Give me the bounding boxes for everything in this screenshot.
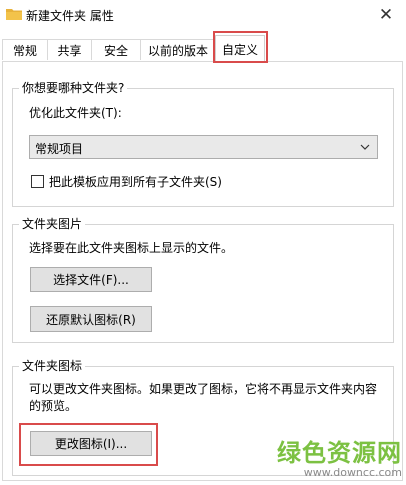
watermark-brand: 绿色资源网 (277, 439, 402, 467)
tab-label: 安全 (103, 43, 128, 58)
tab-label: 自定义 (221, 42, 258, 57)
chevron-down-icon (360, 144, 370, 150)
watermark: 绿色资源网 www.downcc.com (277, 433, 402, 479)
close-icon: ✕ (378, 5, 394, 25)
tab-strip: 常规 共享 安全 以前的版本 自定义 (0, 35, 406, 62)
folder-type-group: 你想要哪种文件夹? 优化此文件夹(T): 常规项目 把此模板应用到所有子文件夹(… (12, 80, 394, 207)
group-title: 文件夹图片 (19, 216, 86, 232)
optimize-select[interactable]: 常规项目 (29, 135, 378, 159)
tab-label: 以前的版本 (147, 43, 208, 58)
tab-general[interactable]: 常规 (2, 39, 48, 60)
button-label: 更改图标(I)... (54, 437, 128, 451)
apply-template-label: 把此模板应用到所有子文件夹(S) (49, 175, 222, 189)
group-title: 文件夹图标 (19, 358, 86, 374)
optimize-label: 优化此文件夹(T): (29, 106, 122, 120)
tab-label: 共享 (57, 43, 82, 58)
window-title: 新建文件夹 属性 (26, 9, 114, 23)
change-icon-button[interactable]: 更改图标(I)... (30, 431, 152, 456)
tab-sharing[interactable]: 共享 (47, 39, 92, 60)
close-button[interactable]: ✕ (366, 0, 406, 30)
picture-description: 选择要在此文件夹图标上显示的文件。 (29, 241, 234, 255)
group-title: 你想要哪种文件夹? (19, 80, 128, 96)
folder-icon (6, 9, 22, 20)
button-label: 还原默认图标(R) (46, 312, 136, 327)
folder-picture-group: 文件夹图片 选择要在此文件夹图标上显示的文件。 选择文件(F)... 还原默认图… (12, 216, 394, 343)
tab-customize[interactable]: 自定义 (215, 35, 265, 62)
choose-file-button[interactable]: 选择文件(F)... (30, 267, 152, 292)
icon-description-line1: 可以更改文件夹图标。如果更改了图标，它将不再显示文件夹内容 (29, 382, 378, 396)
tab-previous-versions[interactable]: 以前的版本 (140, 39, 216, 60)
restore-default-button[interactable]: 还原默认图标(R) (30, 306, 152, 332)
tab-label: 常规 (12, 43, 37, 58)
optimize-selected-value: 常规项目 (35, 142, 84, 156)
title-bar: 新建文件夹 属性 ✕ (0, 0, 406, 30)
tab-security[interactable]: 安全 (91, 39, 141, 60)
button-label: 选择文件(F)... (53, 273, 129, 287)
apply-template-checkbox[interactable] (31, 175, 44, 188)
customize-pane: 你想要哪种文件夹? 优化此文件夹(T): 常规项目 把此模板应用到所有子文件夹(… (2, 61, 403, 481)
icon-description-line2: 的预览。 (29, 399, 78, 413)
